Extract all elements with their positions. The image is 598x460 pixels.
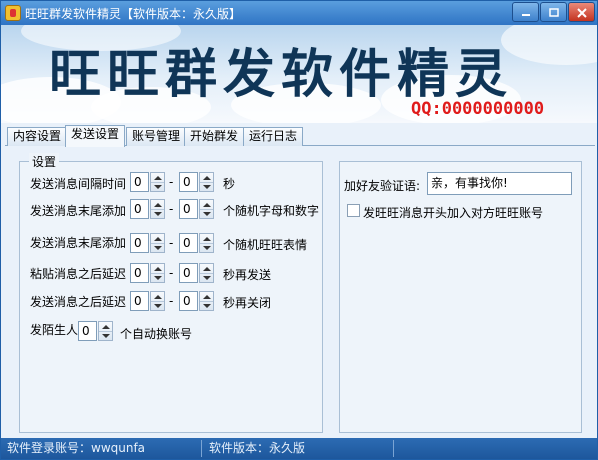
send-interval-to-input[interactable]: 0 [179, 172, 198, 192]
emoticons-from-spinner[interactable] [150, 233, 165, 253]
tab-start-sending[interactable]: 开始群发 [184, 127, 245, 146]
title-bar[interactable]: 旺旺群发软件精灵【软件版本：永久版】 [1, 1, 597, 25]
banner-title: 旺旺群发软件精灵 [49, 44, 514, 105]
random-chars-to-spinner[interactable] [199, 199, 214, 219]
send-interval-from-spinner[interactable] [150, 172, 165, 192]
close-delay-to-input[interactable]: 0 [179, 291, 198, 311]
emoticons-from-input[interactable]: 0 [130, 233, 149, 253]
tab-content-settings[interactable]: 内容设置 [7, 127, 68, 146]
spin-down-icon[interactable] [102, 334, 110, 338]
tab-run-log[interactable]: 运行日志 [243, 127, 304, 146]
friend-verify-input[interactable]: 亲，有事找你! [427, 172, 572, 195]
random-chars-from-spinner[interactable] [150, 199, 165, 219]
spin-down-icon[interactable] [203, 304, 211, 308]
maximize-button[interactable] [540, 2, 567, 22]
close-icon [577, 8, 587, 18]
spin-down-icon[interactable] [154, 212, 162, 216]
emoticons-to-spinner[interactable] [199, 233, 214, 253]
close-delay-to-spinner[interactable] [199, 291, 214, 311]
friend-verify-group [339, 161, 582, 433]
spin-down-icon[interactable] [154, 246, 162, 250]
paste-delay-from-spinner[interactable] [150, 263, 165, 283]
spin-up-icon[interactable] [154, 203, 162, 207]
spin-up-icon[interactable] [154, 237, 162, 241]
tab-account-management[interactable]: 账号管理 [126, 127, 187, 146]
spin-down-icon[interactable] [154, 276, 162, 280]
close-button[interactable] [568, 2, 595, 22]
range-dash: - [169, 236, 174, 250]
row-label-stranger: 发陌生人 [30, 323, 79, 337]
spin-up-icon[interactable] [203, 203, 211, 207]
paste-delay-to-spinner[interactable] [199, 263, 214, 283]
spin-up-icon[interactable] [203, 267, 211, 271]
tab-bar: 内容设置 发送设置 账号管理 开始群发 运行日志 [7, 125, 597, 147]
status-version: 软件版本：永久版 [209, 441, 306, 455]
send-interval-to-spinner[interactable] [199, 172, 214, 192]
banner-qq-number: QQ:0000000000 [411, 99, 545, 119]
range-dash: - [169, 175, 174, 189]
range-dash: - [169, 202, 174, 216]
row-label-append-emoticons: 发送消息末尾添加 [30, 236, 127, 250]
main-window: 旺旺群发软件精灵【软件版本：永久版】 旺旺群发软件精灵 QQ:000000000… [0, 0, 598, 460]
emoticons-to-input[interactable]: 0 [179, 233, 198, 253]
random-chars-to-input[interactable]: 0 [179, 199, 198, 219]
window-title: 旺旺群发软件精灵【软件版本：永久版】 [25, 7, 242, 21]
row-label-send-interval: 发送消息间隔时间 [30, 177, 127, 191]
paste-delay-to-input[interactable]: 0 [179, 263, 198, 283]
prepend-account-checkbox[interactable] [347, 204, 360, 217]
spin-up-icon[interactable] [203, 295, 211, 299]
random-chars-from-input[interactable]: 0 [130, 199, 149, 219]
spin-down-icon[interactable] [203, 185, 211, 189]
status-login-account: 软件登录账号：wwqunfa [7, 441, 146, 455]
close-delay-from-spinner[interactable] [150, 291, 165, 311]
cloud-decoration [501, 25, 597, 65]
status-separator [201, 440, 202, 457]
row-suffix-seconds: 秒 [223, 177, 236, 191]
spin-up-icon[interactable] [154, 176, 162, 180]
spin-up-icon[interactable] [102, 325, 110, 329]
spin-down-icon[interactable] [154, 304, 162, 308]
spin-down-icon[interactable] [203, 212, 211, 216]
status-bar: 软件登录账号：wwqunfa 软件版本：永久版 [1, 438, 597, 459]
range-dash: - [169, 294, 174, 308]
tab-send-settings[interactable]: 发送设置 [65, 125, 126, 147]
row-label-close-delay: 发送消息之后延迟 [30, 295, 127, 309]
row-suffix-random-chars: 个随机字母和数字 [223, 204, 320, 218]
row-suffix-then-send: 秒再发送 [223, 268, 272, 282]
row-label-paste-delay: 粘贴消息之后延迟 [30, 267, 127, 281]
friend-verify-label: 加好友验证语: [344, 179, 421, 193]
settings-group-title: 设置 [29, 153, 60, 170]
prepend-account-label[interactable]: 发旺旺消息开头加入对方旺旺账号 [363, 204, 543, 221]
spin-up-icon[interactable] [203, 237, 211, 241]
maximize-icon [549, 8, 559, 17]
banner: 旺旺群发软件精灵 QQ:0000000000 [1, 25, 597, 123]
stranger-count-input[interactable]: 0 [78, 321, 97, 341]
minimize-icon [522, 14, 530, 16]
spin-up-icon[interactable] [154, 295, 162, 299]
range-dash: - [169, 266, 174, 280]
app-icon [5, 5, 21, 21]
spin-up-icon[interactable] [203, 176, 211, 180]
stranger-count-spinner[interactable] [98, 321, 113, 341]
spin-down-icon[interactable] [203, 276, 211, 280]
paste-delay-from-input[interactable]: 0 [130, 263, 149, 283]
send-interval-from-input[interactable]: 0 [130, 172, 149, 192]
status-separator [393, 440, 394, 457]
row-label-append-random-chars: 发送消息末尾添加 [30, 204, 127, 218]
close-delay-from-input[interactable]: 0 [130, 291, 149, 311]
spin-down-icon[interactable] [154, 185, 162, 189]
row-suffix-then-close: 秒再关闭 [223, 296, 272, 310]
minimize-button[interactable] [512, 2, 539, 22]
row-suffix-switch-account: 个自动换账号 [120, 327, 193, 341]
spin-up-icon[interactable] [154, 267, 162, 271]
spin-down-icon[interactable] [203, 246, 211, 250]
row-suffix-emoticons: 个随机旺旺表情 [223, 238, 308, 252]
